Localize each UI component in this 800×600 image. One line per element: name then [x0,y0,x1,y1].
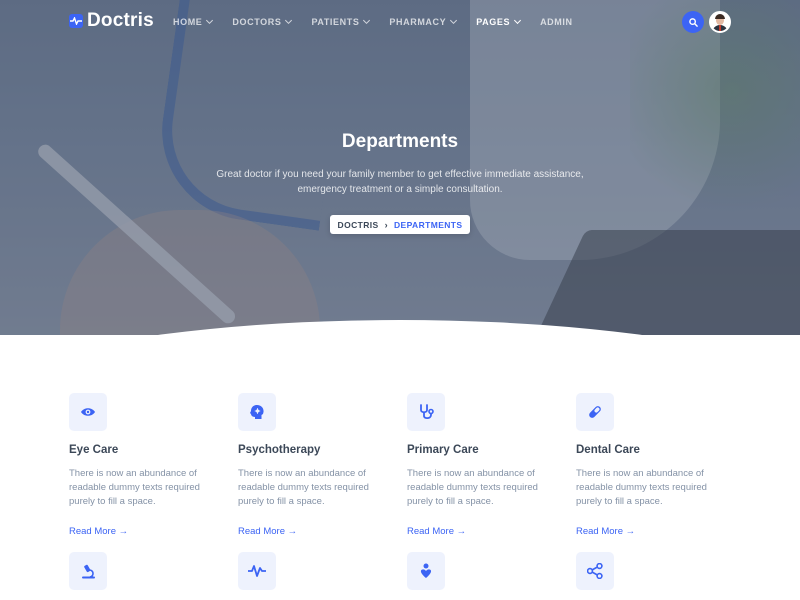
brand-logo[interactable]: Doctris [69,10,154,32]
brand-name: Doctris [87,10,154,31]
chevron-down-icon [514,16,522,25]
brain-icon-box [238,393,276,431]
microscope-icon-box [69,552,107,590]
read-more-link[interactable]: Read More → [69,526,128,537]
eye-icon [81,408,95,416]
breadcrumb: DOCTRIS › DEPARTMENTS [330,215,470,234]
read-more-link[interactable]: Read More → [407,526,466,537]
chevron-down-icon [363,16,371,25]
microscope-icon [81,564,95,578]
department-card-eye-care: Eye Care There is now an abundance of re… [69,393,219,537]
share-nodes-icon [587,563,603,579]
brain-icon [250,404,264,419]
nav-label: PHARMACY [389,17,447,27]
share-nodes-icon-box [576,552,614,590]
department-card-6 [238,552,388,590]
page-title: Departments [341,131,459,152]
read-more-link[interactable]: Read More → [576,526,635,537]
department-title: Dental Care [576,444,640,456]
stethoscope-icon-box [407,393,445,431]
nav-item-patients[interactable]: PATIENTS [311,16,371,28]
nav-item-pharmacy[interactable]: PHARMACY [389,16,458,28]
nav-item-home[interactable]: HOME [173,16,214,28]
avatar-tie [719,25,721,31]
department-card-7 [407,552,557,590]
eye-icon-box [69,393,107,431]
department-card-psychotherapy: Psychotherapy There is now an abundance … [238,393,388,537]
pulse-logo-icon [69,14,83,28]
department-card-dental-care: Dental Care There is now an abundance of… [576,393,726,537]
department-card-primary-care: Primary Care There is now an abundance o… [407,393,557,537]
chevron-down-icon [450,16,458,25]
search-icon [688,17,698,27]
capsule-icon [589,406,601,418]
department-title: Eye Care [69,444,119,456]
department-description: There is now an abundance of readable du… [407,468,538,507]
nav-label: DOCTORS [232,17,282,27]
nav-label: HOME [173,17,203,27]
department-description: There is now an abundance of readable du… [576,468,707,507]
department-description: There is now an abundance of readable du… [238,468,369,507]
department-card-5 [69,552,219,590]
nav-label: PATIENTS [311,17,360,27]
chevron-down-icon [285,16,293,25]
capsule-icon-box [576,393,614,431]
breadcrumb-home-link[interactable]: DOCTRIS [338,220,379,230]
nav-label: PAGES [476,17,511,27]
avatar-hair [715,14,725,19]
department-card-8 [576,552,726,590]
department-title: Primary Care [407,444,479,456]
pulse-icon [248,565,266,577]
heart-hand-icon [420,563,432,578]
stethoscope-icon [419,404,434,420]
main-nav: HOME DOCTORS PATIENTS PHARMACY PAGES ADM… [173,16,593,28]
user-avatar[interactable] [709,11,731,33]
heart-hand-icon-box [407,552,445,590]
nav-item-doctors[interactable]: DOCTORS [232,16,293,28]
nav-item-pages[interactable]: PAGES [476,16,522,28]
search-button[interactable] [682,11,704,33]
pulse-icon-box [238,552,276,590]
nav-item-admin[interactable]: ADMIN [540,16,573,28]
chevron-down-icon [206,16,214,25]
department-title: Psychotherapy [238,444,321,456]
read-more-link[interactable]: Read More → [238,526,297,537]
page-subtitle: Great doctor if you need your family mem… [216,169,584,195]
nav-label: ADMIN [540,17,573,27]
department-description: There is now an abundance of readable du… [69,468,200,507]
breadcrumb-separator: › [384,219,388,230]
breadcrumb-current: DEPARTMENTS [394,219,463,230]
